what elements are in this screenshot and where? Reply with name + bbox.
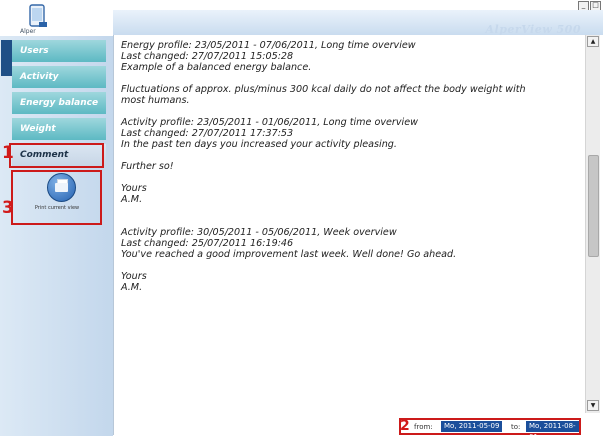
scroll-thumb[interactable] bbox=[588, 155, 599, 257]
comment-line: Further so! bbox=[121, 161, 174, 172]
comment-line bbox=[121, 172, 586, 183]
comment-line: most humans. bbox=[121, 95, 190, 106]
comment-changed: Last changed: 27/07/2011 15:05:28 bbox=[121, 51, 294, 62]
scroll-up-icon[interactable]: ▲ bbox=[587, 36, 599, 47]
from-date-field[interactable]: Mo, 2011-05-09 bbox=[441, 421, 503, 432]
comment-changed: Last changed: 27/07/2011 17:37:53 bbox=[121, 128, 294, 139]
comment-entry: Activity profile: 30/05/2011 - 05/06/201… bbox=[121, 227, 586, 293]
comment-header: Activity profile: 23/05/2011 - 01/06/201… bbox=[121, 117, 418, 128]
vertical-scrollbar[interactable]: ▲ ▼ bbox=[585, 35, 600, 413]
comment-line: Yours bbox=[121, 183, 147, 194]
comment-line bbox=[121, 260, 586, 271]
comment-line bbox=[121, 150, 586, 161]
nav-item-activity[interactable]: Activity bbox=[12, 66, 106, 88]
comment-line: Yours bbox=[121, 271, 147, 282]
comment-header: Energy profile: 23/05/2011 - 07/06/2011,… bbox=[121, 40, 416, 51]
comment-line bbox=[121, 205, 586, 216]
comment-text-area: Energy profile: 23/05/2011 - 07/06/2011,… bbox=[121, 40, 586, 304]
sidebar-accent-bar bbox=[1, 40, 12, 76]
nav-item-users[interactable]: Users bbox=[12, 40, 106, 62]
annotation-number-1: 1 bbox=[2, 143, 14, 163]
comment-line: Example of a balanced energy balance. bbox=[121, 62, 312, 73]
logo-text: Alper bbox=[20, 28, 36, 35]
comment-line: Fluctuations of approx. plus/minus 300 k… bbox=[121, 84, 526, 95]
comment-line: You've reached a good improvement last w… bbox=[121, 249, 457, 260]
app-logo: Alper balance in your health bbox=[6, 4, 68, 40]
from-label: from: bbox=[414, 423, 433, 431]
comment-line: A.M. bbox=[121, 194, 143, 205]
comment-entry: Activity profile: 23/05/2011 - 01/06/201… bbox=[121, 117, 586, 216]
scroll-down-icon[interactable]: ▼ bbox=[587, 400, 599, 411]
to-date-field[interactable]: Mo, 2011-08-01 bbox=[526, 421, 579, 441]
annotation-number-3: 3 bbox=[2, 198, 14, 218]
annotation-number-2: 2 bbox=[400, 418, 410, 434]
nav-item-energy-balance[interactable]: Energy balance bbox=[12, 92, 106, 114]
date-range-selector: from: Mo, 2011-05-09 to: Mo, 2011-08-01 bbox=[399, 418, 581, 441]
highlight-box-comment bbox=[9, 143, 104, 168]
to-label: to: bbox=[511, 423, 521, 431]
comment-line: In the past ten days you increased your … bbox=[121, 139, 397, 150]
header-banner: AlperView 500 bbox=[113, 10, 603, 36]
comment-header: Activity profile: 30/05/2011 - 05/06/201… bbox=[121, 227, 397, 238]
highlight-box-print bbox=[11, 170, 102, 225]
nav-item-weight[interactable]: Weight bbox=[12, 118, 106, 140]
comment-line: A.M. bbox=[121, 282, 143, 293]
comment-entry: Energy profile: 23/05/2011 - 07/06/2011,… bbox=[121, 40, 586, 106]
comment-panel: Energy profile: 23/05/2011 - 07/06/2011,… bbox=[113, 35, 600, 435]
comment-changed: Last changed: 25/07/2011 16:19:46 bbox=[121, 238, 294, 249]
comment-line bbox=[121, 73, 586, 84]
